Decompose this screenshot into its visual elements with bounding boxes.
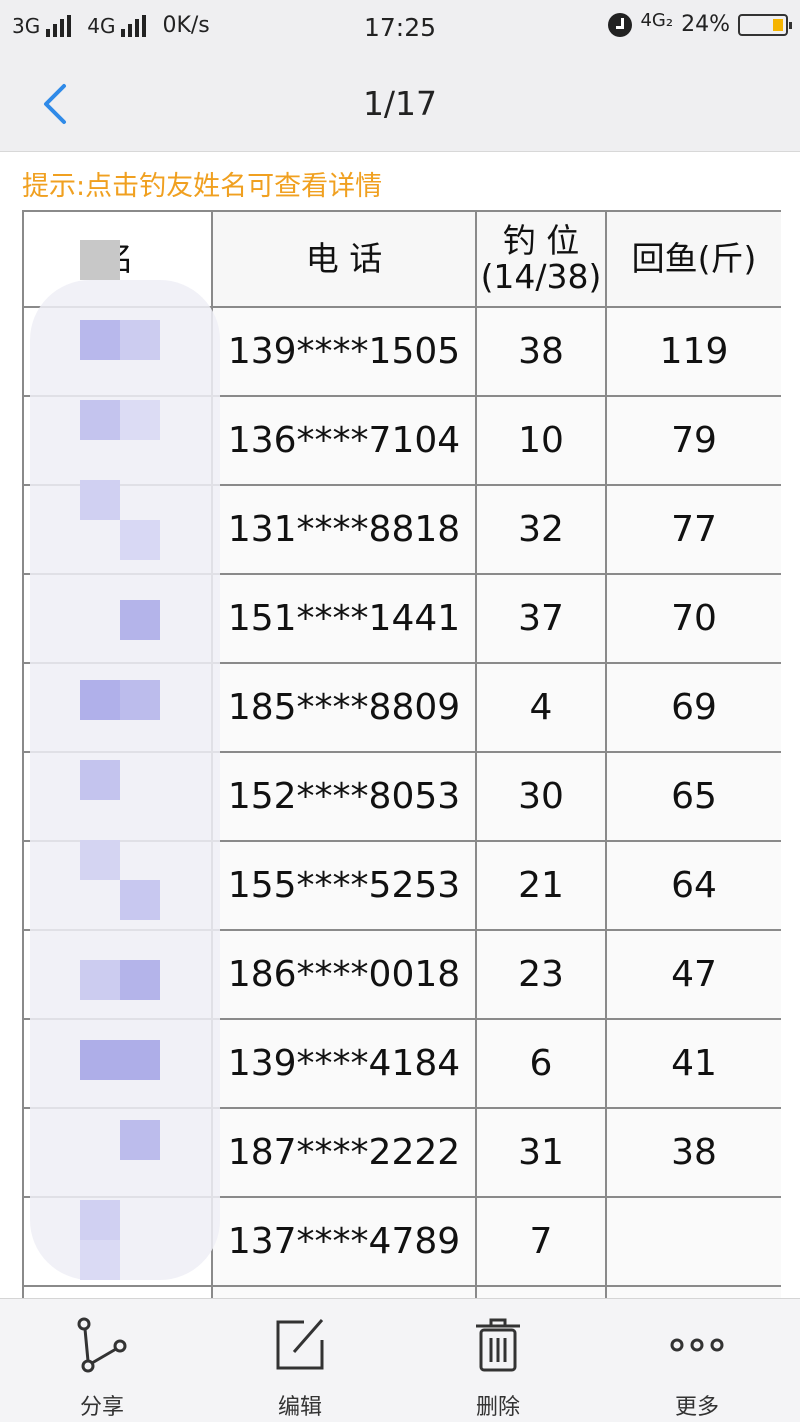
catch-cell: 38	[605, 1107, 781, 1198]
spot-cell: 10	[475, 395, 607, 486]
catch-cell	[605, 1196, 781, 1287]
spot-cell: 37	[475, 573, 607, 664]
catch-cell: 119	[605, 306, 781, 397]
status-bar: 3G 4G 0K/s 17:25 4G₂ 24%	[0, 0, 800, 56]
spot-cell: 7	[475, 1196, 607, 1287]
header-name: 名	[22, 210, 213, 308]
edit-label: 编辑	[277, 1395, 322, 1420]
share-button[interactable]: 分享	[42, 1315, 162, 1421]
edit-icon	[240, 1315, 360, 1375]
spot-cell: 6	[475, 1018, 607, 1109]
angler-name-link[interactable]	[22, 751, 213, 842]
battery-percent: 24%	[681, 12, 730, 37]
table-row: 152****8053 30 65	[22, 751, 781, 842]
table-row: 185****8809 4 69	[22, 662, 781, 753]
catch-cell: 77	[605, 484, 781, 575]
angler-name-link[interactable]	[22, 1018, 213, 1109]
more-button[interactable]: 更多	[637, 1315, 757, 1421]
header-catch: 回鱼(斤)	[605, 210, 781, 308]
table-row: 187****2222 31 38	[22, 1107, 781, 1198]
spot-cell: 4	[475, 662, 607, 753]
bottom-toolbar: 分享 编辑 删除 更多	[0, 1298, 800, 1422]
network-type-3: 4G₂	[640, 10, 674, 31]
hint-text: 提示:点击钓友姓名可查看详情	[22, 171, 383, 202]
header-spot-count: (14/38)	[480, 257, 602, 296]
phone-cell: 137****4789	[211, 1196, 477, 1287]
alarm-icon	[608, 12, 633, 37]
catch-cell: 64	[605, 840, 781, 931]
system-status: 4G₂ 24%	[608, 10, 792, 37]
trash-icon	[438, 1315, 558, 1375]
table-row: 139****4184 6 41	[22, 1018, 781, 1109]
delete-button[interactable]: 删除	[438, 1315, 558, 1421]
more-label: 更多	[674, 1395, 719, 1420]
spot-cell: 32	[475, 484, 607, 575]
table-row: 151****1441 37 70	[22, 573, 781, 664]
catch-cell: 41	[605, 1018, 781, 1109]
catch-cell: 47	[605, 929, 781, 1020]
header-spot-label: 钓 位	[502, 220, 580, 260]
table-header-row: 名 电 话 钓 位 (14/38) 回鱼(斤)	[22, 210, 781, 308]
navigation-bar: 1/17	[0, 56, 800, 152]
battery-icon	[738, 13, 792, 36]
angler-name-link[interactable]	[22, 306, 213, 397]
angler-name-link[interactable]	[22, 1196, 213, 1287]
catch-cell: 69	[605, 662, 781, 753]
table-row: 186****0018 23 47	[22, 929, 781, 1020]
delete-label: 删除	[475, 1395, 520, 1420]
angler-name-link[interactable]	[22, 484, 213, 575]
spot-cell: 23	[475, 929, 607, 1020]
angler-name-link[interactable]	[22, 840, 213, 931]
page-title: 1/17	[362, 84, 438, 123]
spot-cell: 31	[475, 1107, 607, 1198]
angler-name-link[interactable]	[22, 573, 213, 664]
table-row: 136****7104 10 79	[22, 395, 781, 486]
table-row: 139****1505 38 119	[22, 306, 781, 397]
phone-cell: 151****1441	[211, 573, 477, 664]
phone-cell: 139****1505	[211, 306, 477, 397]
angler-name-link[interactable]	[22, 1107, 213, 1198]
spot-cell: 38	[475, 306, 607, 397]
ranking-table: 名 电 话 钓 位 (14/38) 回鱼(斤) 139****1505 38 1…	[22, 210, 781, 1310]
catch-cell: 79	[605, 395, 781, 486]
table-row: 131****8818 32 77	[22, 484, 781, 575]
spot-cell: 21	[475, 840, 607, 931]
edit-button[interactable]: 编辑	[240, 1315, 360, 1421]
table-row: 155****5253 21 64	[22, 840, 781, 931]
phone-cell: 136****7104	[211, 395, 477, 486]
header-phone: 电 话	[211, 210, 477, 308]
phone-cell: 152****8053	[211, 751, 477, 842]
phone-cell: 139****4184	[211, 1018, 477, 1109]
angler-name-link[interactable]	[22, 929, 213, 1020]
catch-cell: 70	[605, 573, 781, 664]
catch-cell: 65	[605, 751, 781, 842]
phone-cell: 131****8818	[211, 484, 477, 575]
phone-cell: 186****0018	[211, 929, 477, 1020]
angler-name-link[interactable]	[22, 395, 213, 486]
table-row: 137****4789 7	[22, 1196, 781, 1287]
share-icon	[42, 1315, 162, 1375]
phone-cell: 185****8809	[211, 662, 477, 753]
spot-cell: 30	[475, 751, 607, 842]
share-label: 分享	[79, 1395, 124, 1420]
header-spot: 钓 位 (14/38)	[475, 210, 607, 308]
phone-cell: 155****5253	[211, 840, 477, 931]
angler-name-link[interactable]	[22, 662, 213, 753]
more-icon	[637, 1315, 757, 1375]
phone-cell: 187****2222	[211, 1107, 477, 1198]
